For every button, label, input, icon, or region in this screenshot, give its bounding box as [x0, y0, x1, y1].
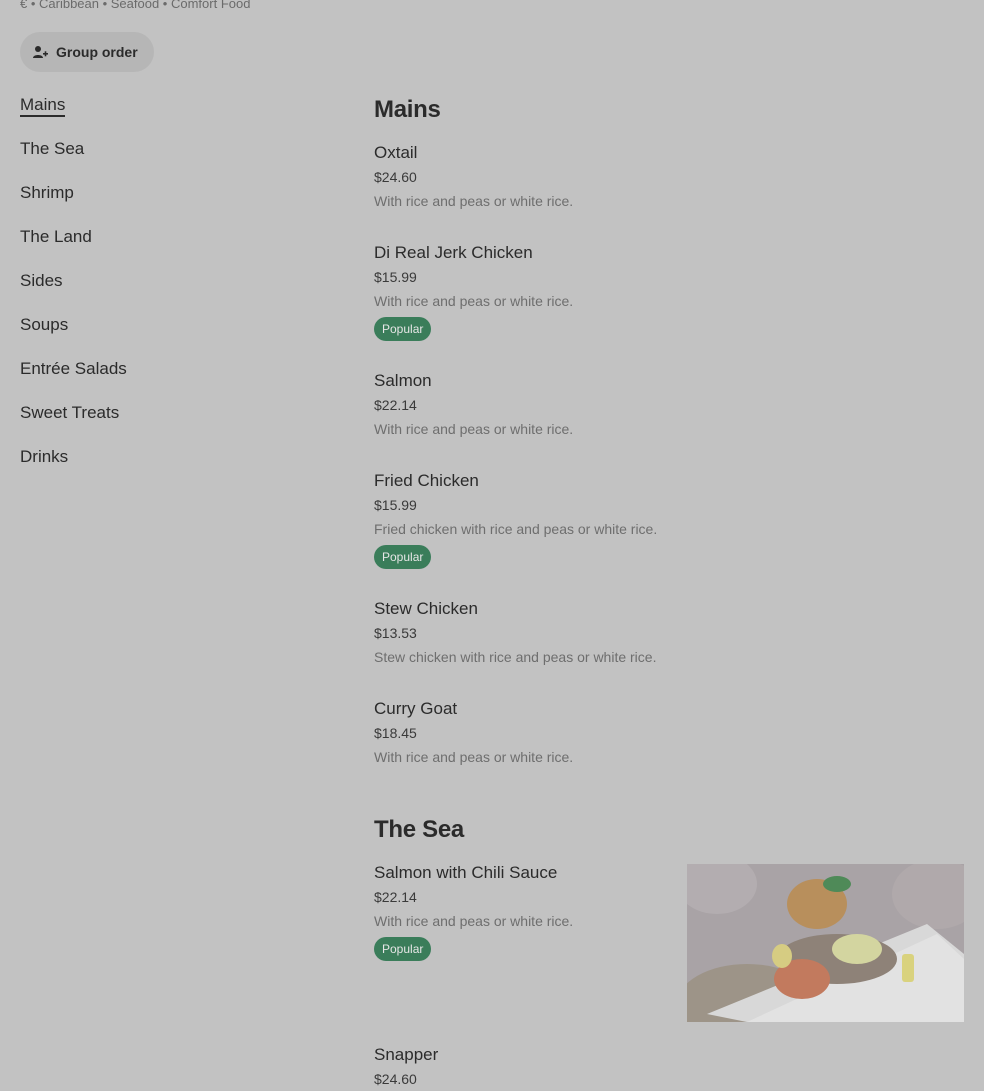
- item-description: With rice and peas or white rice.: [374, 749, 574, 765]
- item-name: Stew Chicken: [374, 599, 478, 618]
- section-title-the-sea: The Sea: [374, 816, 464, 843]
- item-description: With rice and peas or white rice.: [374, 193, 574, 209]
- item-price: $15.99: [374, 269, 417, 285]
- item-name: Di Real Jerk Chicken: [374, 243, 533, 262]
- nav-item-mains[interactable]: Mains: [20, 94, 320, 117]
- category-nav: Mains The Sea Shrimp The Land Sides Soup…: [20, 94, 320, 490]
- menu-item-curry-goat[interactable]: Curry Goat $18.45 With rice and peas or …: [374, 699, 964, 765]
- nav-item-soups[interactable]: Soups: [20, 314, 320, 336]
- popular-badge: Popular: [374, 937, 432, 961]
- store-meta: € • Caribbean • Seafood • Comfort Food: [20, 0, 251, 11]
- nav-item-the-sea[interactable]: The Sea: [20, 138, 320, 160]
- menu-item-salmon-chili-sauce[interactable]: Salmon with Chili Sauce $22.14 With rice…: [374, 863, 964, 1023]
- nav-item-sweet-treats[interactable]: Sweet Treats: [20, 402, 320, 424]
- menu-item-snapper[interactable]: Snapper $24.60: [374, 1045, 964, 1087]
- item-description: With rice and peas or white rice.: [374, 293, 574, 309]
- person-add-icon: [32, 44, 48, 60]
- group-order-button[interactable]: Group order: [20, 32, 154, 72]
- item-price: $18.45: [374, 725, 417, 741]
- item-description: Stew chicken with rice and peas or white…: [374, 649, 657, 665]
- item-name: Fried Chicken: [374, 471, 479, 490]
- item-price: $24.60: [374, 169, 417, 185]
- nav-item-drinks[interactable]: Drinks: [20, 446, 320, 468]
- item-name: Oxtail: [374, 143, 418, 162]
- menu-item-salmon[interactable]: Salmon $22.14 With rice and peas or whit…: [374, 371, 964, 437]
- nav-item-the-land[interactable]: The Land: [20, 226, 320, 248]
- nav-item-entree-salads[interactable]: Entrée Salads: [20, 358, 320, 380]
- item-price: $24.60: [374, 1071, 417, 1087]
- nav-item-shrimp[interactable]: Shrimp: [20, 182, 320, 204]
- item-name: Salmon: [374, 371, 432, 390]
- group-order-label: Group order: [56, 44, 138, 60]
- menu-item-stew-chicken[interactable]: Stew Chicken $13.53 Stew chicken with ri…: [374, 599, 964, 665]
- item-description: With rice and peas or white rice.: [374, 421, 574, 437]
- section-title-mains: Mains: [374, 96, 441, 123]
- item-description: Fried chicken with rice and peas or whit…: [374, 521, 658, 537]
- item-price: $22.14: [374, 397, 417, 413]
- menu-item-jerk-chicken[interactable]: Di Real Jerk Chicken $15.99 With rice an…: [374, 243, 964, 341]
- menu-item-oxtail[interactable]: Oxtail $24.60 With rice and peas or whit…: [374, 143, 964, 209]
- item-price: $13.53: [374, 625, 417, 641]
- salmon-dish-photo: [687, 864, 964, 1022]
- item-name: Curry Goat: [374, 699, 458, 718]
- popular-badge: Popular: [374, 317, 432, 341]
- menu-item-fried-chicken[interactable]: Fried Chicken $15.99 Fried chicken with …: [374, 471, 964, 569]
- item-name: Snapper: [374, 1045, 439, 1064]
- nav-item-sides[interactable]: Sides: [20, 270, 320, 292]
- popular-badge: Popular: [374, 545, 432, 569]
- item-price: $15.99: [374, 497, 417, 513]
